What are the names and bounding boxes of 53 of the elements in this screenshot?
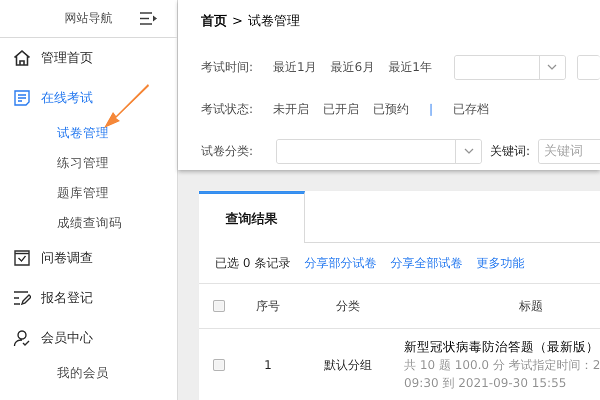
home-icon	[13, 49, 31, 67]
sidebar-subitem[interactable]: 题库管理	[0, 178, 177, 208]
divider-mark: |	[429, 102, 434, 116]
filter-option[interactable]: 最近1月	[273, 58, 317, 76]
column-header: 标题	[399, 284, 600, 329]
filter-option[interactable]: 已预约	[373, 100, 409, 118]
sidebar-item[interactable]: 管理首页	[0, 38, 177, 78]
sidebar-item[interactable]: 问卷调查	[0, 238, 177, 278]
column-header: 序号	[239, 284, 297, 329]
filter-label: 考试时间:	[201, 58, 254, 76]
filter-option[interactable]: 已开启	[323, 100, 359, 118]
table-cell-text: 默认分组	[323, 356, 373, 374]
user-icon	[13, 329, 31, 347]
date-select[interactable]	[454, 54, 566, 80]
document-list-icon	[13, 89, 31, 107]
filter-label: 考试状态:	[201, 100, 254, 118]
category-select[interactable]	[276, 138, 482, 164]
menu-icon[interactable]	[140, 12, 157, 25]
selection-count: 已选 0 条记录	[215, 254, 290, 272]
sidebar-title: 网站导航	[64, 10, 112, 27]
checkbox-icon	[13, 249, 31, 267]
filter-option[interactable]: 最近1年	[388, 58, 432, 76]
sidebar-subitem[interactable]: 试卷管理	[0, 118, 177, 148]
filter-label: 试卷分类:	[201, 142, 254, 160]
filter-option[interactable]: 未开启	[273, 100, 309, 118]
filter-option[interactable]: 最近6月	[330, 58, 374, 76]
results-tab[interactable]: 查询结果	[199, 191, 305, 243]
exam-title[interactable]: 新型冠状病毒防治答题（最新版）	[404, 338, 600, 356]
sidebar-subitem[interactable]: 练习管理	[0, 148, 177, 178]
filter-option[interactable]: 已存档	[453, 100, 490, 118]
column-header: 分类	[297, 284, 399, 329]
chevron-down-icon	[547, 64, 558, 70]
keyword-field[interactable]: 关键词	[538, 138, 600, 164]
breadcrumb-link[interactable]: 首页	[201, 12, 227, 30]
sidebar-subitem[interactable]: 成绩查询码	[0, 208, 177, 238]
action-link[interactable]: 分享部分试卷	[304, 254, 376, 272]
sidebar-item[interactable]: 报名登记	[0, 278, 177, 318]
exam-time: 09:30 到 2021-09-30 15:55	[404, 375, 568, 392]
pen-lines-icon	[13, 289, 31, 307]
date-select[interactable]	[576, 54, 600, 80]
exam-meta: 共 10 题 100.0 分 考试指定时间：2	[404, 357, 600, 374]
breadcrumb-current: 试卷管理	[248, 13, 300, 30]
sidebar-subitem[interactable]: 我的会员	[0, 358, 177, 388]
table-cell-text: 1	[263, 357, 273, 374]
sidebar-item[interactable]: 在线考试	[0, 78, 177, 118]
action-link[interactable]: 更多功能	[476, 254, 524, 272]
chevron-down-icon	[464, 148, 474, 154]
sidebar-item[interactable]: 会员中心	[0, 318, 177, 358]
row-checkbox[interactable]	[213, 359, 225, 371]
action-link[interactable]: 分享全部试卷	[390, 254, 462, 272]
select-all-checkbox[interactable]	[213, 300, 225, 312]
breadcrumb-separator: >	[232, 14, 243, 28]
keyword-label: 关键词:	[490, 142, 530, 160]
